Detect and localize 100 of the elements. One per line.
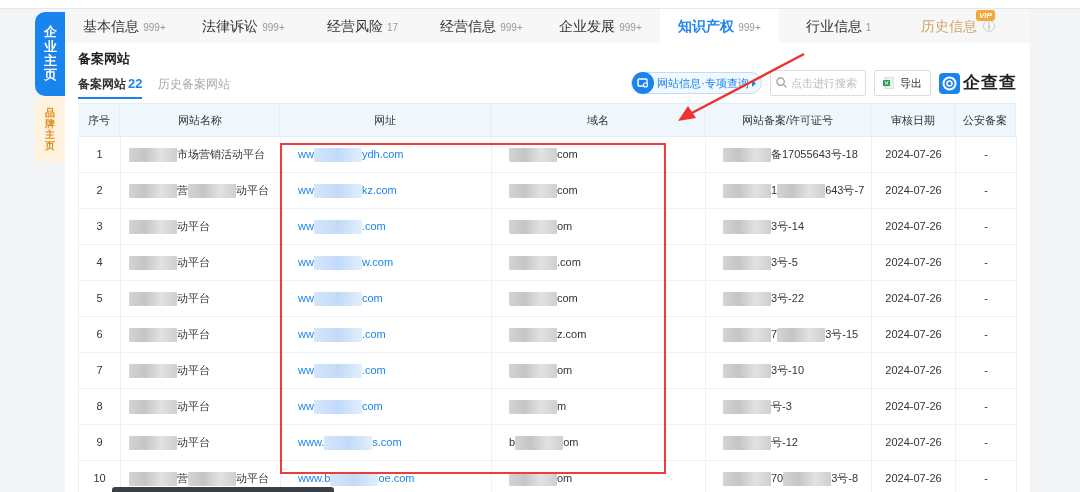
table-cell-text: - [984,291,988,307]
redacted-blur [515,435,564,450]
redacted-blur [188,183,236,198]
table-cell-text: - [984,219,988,235]
url-link[interactable]: ww com [298,290,383,307]
url-link[interactable]: ww w.com [298,254,394,271]
table-cell-text: - [984,255,988,271]
table-cell-text: 9 [96,435,103,451]
tab[interactable]: 知识产权 999+ [660,9,779,43]
redacted-blur [723,183,771,198]
sub-tab[interactable]: 历史备案网站 [158,75,231,99]
date-cell-text: 2024-07-26 [885,183,942,199]
name-cell: 动平台 [129,434,210,451]
redacted-blur [129,219,177,234]
redacted-blur [313,291,362,306]
tab-count: 999+ [143,20,166,35]
column-header: 网站名称 [120,104,280,136]
tab[interactable]: 基本信息 999+ [65,9,184,43]
table-cell-text: - [984,147,988,163]
table-cell-text: - [984,435,988,451]
table-cell-text: - [984,399,988,415]
redacted-blur [129,471,177,486]
date-cell-text: 2024-07-26 [885,255,942,271]
table-cell-text: 7 [96,363,103,379]
table-cell-text: - [984,471,988,487]
caret-icon [752,79,756,87]
url-link[interactable]: www. s.com [298,434,402,451]
logo-icon [939,72,960,94]
redacted-blur [723,147,771,162]
url-link[interactable]: ww .com [298,326,386,343]
search-field[interactable]: 点击进行搜索 [770,70,866,96]
tab[interactable]: 经营风险 17 [303,9,422,43]
redacted-blur [723,363,771,378]
date-cell-text: 2024-07-26 [885,471,942,487]
name-cell: 市场营销活动平台 [129,146,265,163]
spreadsheet-icon [883,77,894,89]
name-cell: 动平台 [129,326,210,343]
name-cell: 营 动平台 [129,182,269,199]
redacted-blur [777,183,826,198]
url-link[interactable]: ww .com [298,218,386,235]
tab[interactable]: 历史信息 VIP [898,9,1017,43]
sub-tab[interactable]: 备案网站22 [78,73,143,99]
export-button[interactable]: 导出 [874,70,931,96]
date-cell-text: 2024-07-26 [885,327,942,343]
search-icon [776,77,787,88]
redacted-blur [129,147,177,162]
redacted-blur [723,255,771,270]
logo-text: 企查查 [963,72,1017,95]
date-cell-text: 2024-07-26 [885,291,942,307]
tab[interactable]: 企业发展 999+ [541,9,660,43]
name-cell: 动平台 [129,254,210,271]
domain-cell: om [509,362,573,379]
redacted-blur [324,435,373,450]
redacted-blur [129,255,177,270]
table-cell-text: - [984,183,988,199]
tab[interactable]: 法律诉讼 999+ [184,9,303,43]
license-cell: 3号-14 [723,218,805,235]
redacted-blur [129,399,177,414]
table-cell-text: 2 [96,183,103,199]
redacted-blur [129,183,177,198]
table-cell-text: 3 [96,219,103,235]
url-link[interactable]: ww kz.com [298,182,397,199]
redacted-blur [129,363,177,378]
license-cell: 3号-5 [723,254,798,271]
name-cell: 营 动平台 [129,470,269,487]
redacted-blur [313,255,362,270]
url-link[interactable]: ww com [298,398,383,415]
tab[interactable]: 行业信息 1 [779,9,898,43]
redacted-blur [783,471,832,486]
web-search-icon [632,72,655,94]
url-link[interactable]: www.b oe.com [298,470,415,487]
url-link[interactable]: ww ydh.com [298,146,404,163]
redacted-blur [313,183,362,198]
section-title: 备案网站 [78,50,131,68]
redacted-blur [723,327,771,342]
name-cell: 动平台 [129,398,210,415]
name-cell: 动平台 [129,290,210,307]
tab-count: 999+ [619,20,642,35]
redacted-blur [509,327,557,342]
side-tab[interactable]: 品牌主页 [35,96,65,162]
table-cell-text: 6 [96,327,103,343]
domain-cell: om [509,218,573,235]
redacted-blur [313,147,362,162]
redacted-blur [509,363,557,378]
redacted-blur [723,219,771,234]
table-cell-text: 4 [96,255,103,271]
domain-cell: z.com [509,326,587,343]
table-cell-text: - [984,363,988,379]
url-link[interactable]: ww .com [298,362,386,379]
side-tab[interactable]: 企业主页 [35,12,65,96]
redacted-blur [509,147,557,162]
redacted-blur [723,471,771,486]
tab[interactable]: 经营信息 999+ [422,9,541,43]
domain-cell: com [509,146,578,163]
name-cell: 动平台 [129,362,210,379]
tab-count: 999+ [500,20,523,35]
license-cell: 3号-10 [723,362,805,379]
redacted-blur [509,399,557,414]
redacted-blur [313,399,362,414]
date-cell-text: 2024-07-26 [885,363,942,379]
